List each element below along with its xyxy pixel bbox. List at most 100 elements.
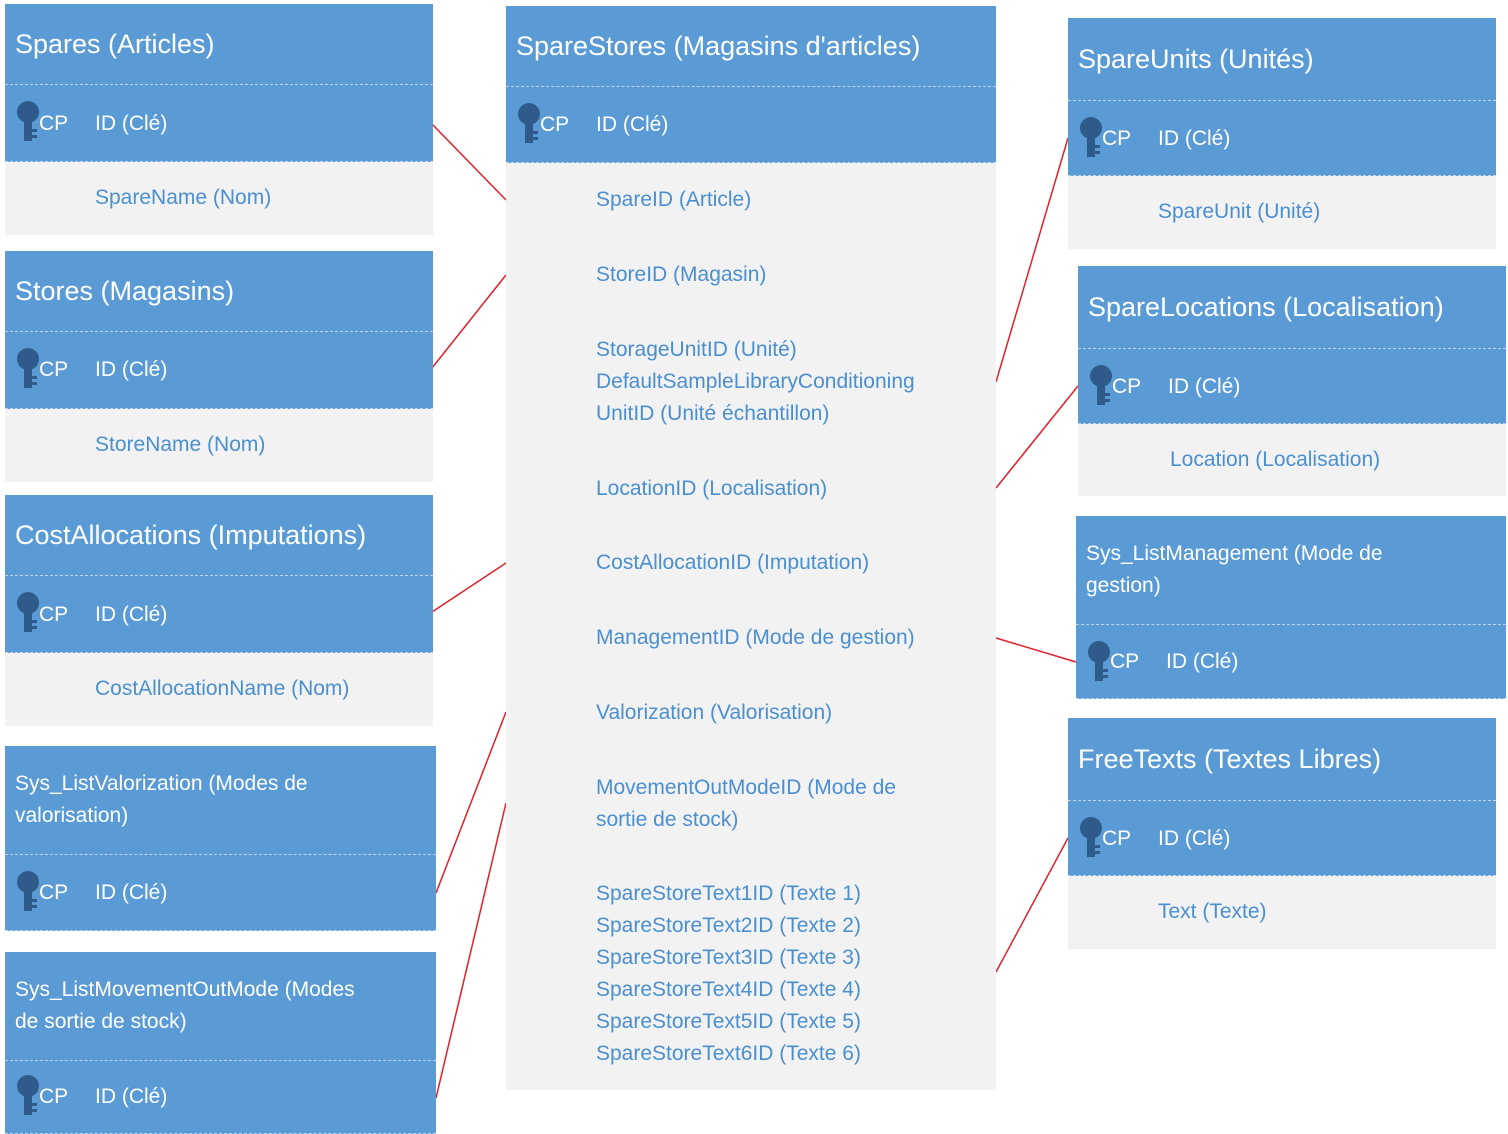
table-title-text: SpareLocations (Localisation) xyxy=(1088,292,1444,322)
field-defaultsamplelibraryconditioning: DefaultSampleLibraryConditioning xyxy=(596,370,915,393)
table-title: Stores (Magasins) xyxy=(5,251,433,331)
field-sparestoretext6id: SpareStoreText6ID (Texte 6) xyxy=(596,1042,861,1065)
table-fields: SpareUnit (Unité) xyxy=(1068,176,1496,249)
table-title: Sys_ListMovementOutMode (Modes de sortie… xyxy=(5,952,436,1060)
field-storageunitid: StorageUnitID (Unité) xyxy=(596,338,797,361)
table-spare-locations: SpareLocations (Localisation) CP ID (Clé… xyxy=(1078,266,1506,496)
pk-label: ID (Clé) xyxy=(95,1085,168,1108)
table-stores: Stores (Magasins) CP ID (Clé) StoreName … xyxy=(5,251,433,482)
pk-badge: CP xyxy=(39,603,69,626)
table-title-line: gestion) xyxy=(1086,574,1161,597)
field-sparename: SpareName (Nom) xyxy=(95,186,272,209)
field-sparestoretext5id: SpareStoreText5ID (Texte 5) xyxy=(596,1010,861,1033)
key-icon xyxy=(1090,365,1112,405)
field-locationid: LocationID (Localisation) xyxy=(596,477,828,500)
connector-spare-locations xyxy=(995,385,1079,489)
pk-badge: CP xyxy=(1102,127,1132,150)
primary-key-row: CP ID (Clé) xyxy=(5,331,433,409)
table-fields: CostAllocationName (Nom) xyxy=(5,653,433,726)
table-title: SpareStores (Magasins d'articles) xyxy=(506,6,996,86)
primary-key-row: CP ID (Clé) xyxy=(5,1060,436,1134)
key-icon xyxy=(17,592,39,632)
primary-key-row: CP ID (Clé) xyxy=(1068,800,1496,876)
table-title-text: SpareStores (Magasins d'articles) xyxy=(516,31,921,61)
field-text: Text (Texte) xyxy=(1158,900,1267,923)
pk-badge: CP xyxy=(39,358,69,381)
field-costallocationname: CostAllocationName (Nom) xyxy=(95,677,350,700)
pk-label: ID (Clé) xyxy=(95,112,168,135)
primary-key-row: CP ID (Clé) xyxy=(5,854,436,931)
table-title-text: FreeTexts (Textes Libres) xyxy=(1078,744,1382,774)
connector-valorization xyxy=(435,711,507,894)
table-fields: Text (Texte) xyxy=(1068,876,1496,949)
field-managementid: ManagementID (Mode de gestion) xyxy=(596,626,915,649)
connector-spares xyxy=(431,123,507,201)
key-icon xyxy=(518,103,540,143)
pk-badge: CP xyxy=(39,1085,69,1108)
primary-key-row: CP ID (Clé) xyxy=(1078,348,1506,424)
table-title: Spares (Articles) xyxy=(5,4,433,84)
table-title: Sys_ListManagement (Mode de gestion) xyxy=(1076,516,1506,624)
field-sparestoretext2id: SpareStoreText2ID (Texte 2) xyxy=(596,914,861,937)
key-icon xyxy=(17,101,39,141)
pk-label: ID (Clé) xyxy=(95,358,168,381)
table-title-line: valorisation) xyxy=(15,804,129,827)
pk-label: ID (Clé) xyxy=(95,603,168,626)
field-sparestoretext4id: SpareStoreText4ID (Texte 4) xyxy=(596,978,861,1001)
primary-key-row: CP ID (Clé) xyxy=(1068,100,1496,176)
table-fields: SpareName (Nom) xyxy=(5,162,433,235)
connector-movement-out-mode xyxy=(435,802,507,1099)
pk-label: ID (Clé) xyxy=(95,881,168,904)
field-storeid: StoreID (Magasin) xyxy=(596,263,767,286)
table-fields: SpareID (Article) StoreID (Magasin) Stor… xyxy=(506,163,996,1090)
table-spare-stores: SpareStores (Magasins d'articles) CP ID … xyxy=(506,6,996,1090)
table-title-text: CostAllocations (Imputations) xyxy=(15,520,367,550)
field-spareunit: SpareUnit (Unité) xyxy=(1158,200,1321,223)
table-title: Sys_ListValorization (Modes de valorisat… xyxy=(5,746,436,854)
primary-key-row: CP ID (Clé) xyxy=(1076,624,1506,699)
table-sys-list-management: Sys_ListManagement (Mode de gestion) CP … xyxy=(1076,516,1506,699)
connector-stores xyxy=(431,274,507,369)
field-valorization: Valorization (Valorisation) xyxy=(596,701,833,724)
table-title-text: SpareUnits (Unités) xyxy=(1078,44,1314,74)
key-icon xyxy=(17,1075,39,1115)
table-spare-units: SpareUnits (Unités) CP ID (Clé) SpareUni… xyxy=(1068,18,1496,249)
key-icon xyxy=(1080,817,1102,857)
table-fields: StoreName (Nom) xyxy=(5,409,433,482)
table-title: CostAllocations (Imputations) xyxy=(5,495,433,575)
key-icon xyxy=(1088,641,1110,681)
table-title: SpareLocations (Localisation) xyxy=(1078,266,1506,348)
field-location: Location (Localisation) xyxy=(1170,448,1381,471)
connector-cost-allocations xyxy=(431,562,507,613)
table-title-line: Sys_ListMovementOutMode (Modes xyxy=(15,978,355,1001)
table-fields: Location (Localisation) xyxy=(1078,424,1506,496)
pk-label: ID (Clé) xyxy=(1166,650,1239,673)
field-movementoutmodeid: MovementOutModeID (Mode de xyxy=(596,776,896,799)
pk-badge: CP xyxy=(1110,650,1140,673)
pk-label: ID (Clé) xyxy=(1158,827,1231,850)
connector-free-texts xyxy=(995,837,1069,973)
field-costallocationid: CostAllocationID (Imputation) xyxy=(596,551,870,574)
pk-label: ID (Clé) xyxy=(1168,375,1241,398)
primary-key-row: CP ID (Clé) xyxy=(506,86,996,163)
pk-badge: CP xyxy=(1112,375,1142,398)
field-sparestoretext3id: SpareStoreText3ID (Texte 3) xyxy=(596,946,861,969)
table-title: SpareUnits (Unités) xyxy=(1068,18,1496,100)
key-icon xyxy=(17,348,39,388)
pk-label: ID (Clé) xyxy=(1158,127,1231,150)
key-icon xyxy=(1080,117,1102,157)
pk-badge: CP xyxy=(540,113,570,136)
table-sys-list-movement-out-mode: Sys_ListMovementOutMode (Modes de sortie… xyxy=(5,952,436,1134)
table-free-texts: FreeTexts (Textes Libres) CP ID (Clé) Te… xyxy=(1068,718,1496,949)
pk-badge: CP xyxy=(39,881,69,904)
field-movementoutmodeid-cont: sortie de stock) xyxy=(596,808,739,831)
table-sys-list-valorization: Sys_ListValorization (Modes de valorisat… xyxy=(5,746,436,931)
field-storename: StoreName (Nom) xyxy=(95,433,266,456)
table-cost-allocations: CostAllocations (Imputations) CP ID (Clé… xyxy=(5,495,433,726)
pk-label: ID (Clé) xyxy=(596,113,669,136)
table-title-line: de sortie de stock) xyxy=(15,1010,187,1033)
pk-badge: CP xyxy=(39,112,69,135)
primary-key-row: CP ID (Clé) xyxy=(5,84,433,162)
field-unitid: UnitID (Unité échantillon) xyxy=(596,402,830,425)
field-spareid: SpareID (Article) xyxy=(596,188,752,211)
